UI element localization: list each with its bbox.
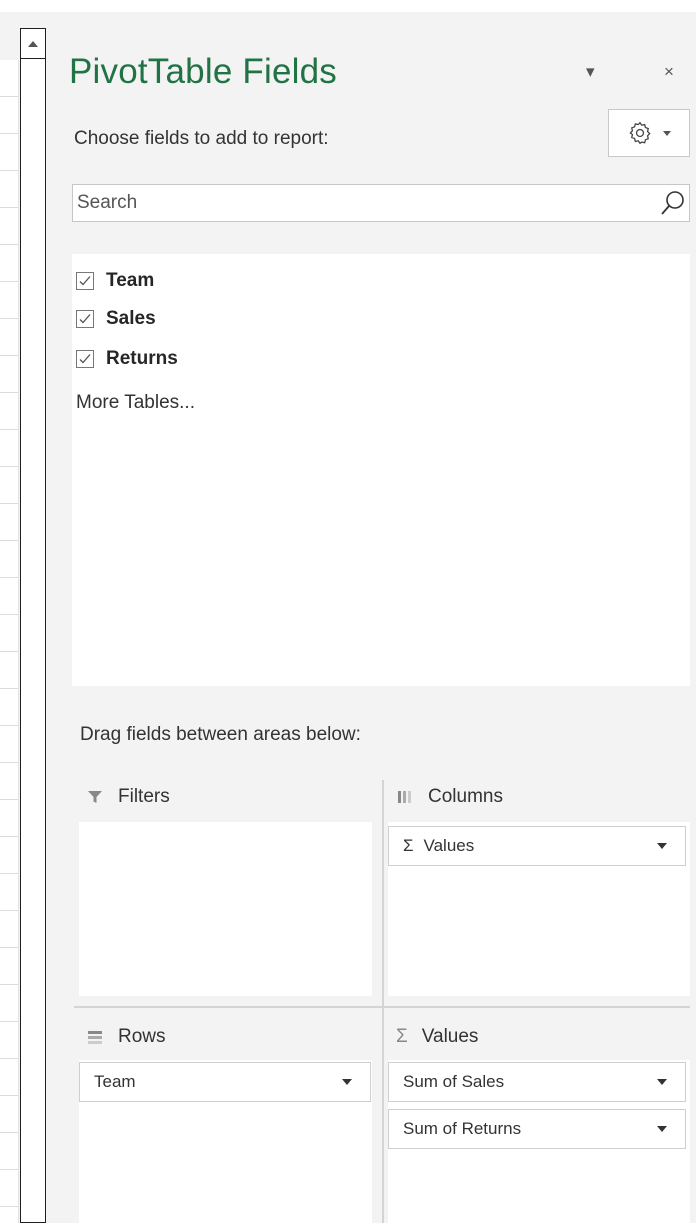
filters-label: Filters	[118, 786, 170, 807]
pivottable-fields-pane: PivotTable Fields ▾ × Choose fields to a…	[54, 12, 696, 1223]
vertical-scrollbar[interactable]	[20, 28, 46, 1223]
field-row-sales[interactable]: Sales	[76, 304, 156, 334]
task-pane-options-button[interactable]: ▾	[586, 62, 595, 82]
gear-icon	[629, 121, 651, 145]
sigma-icon: Σ	[396, 1026, 408, 1047]
chevron-down-icon[interactable]	[342, 1079, 352, 1085]
field-checkbox[interactable]	[76, 310, 94, 328]
field-checkbox[interactable]	[76, 272, 94, 290]
chevron-down-icon	[663, 130, 671, 136]
field-label: Team	[106, 270, 155, 291]
chevron-down-icon[interactable]	[657, 1079, 667, 1085]
item-label: Sum of Returns	[403, 1119, 522, 1138]
choose-fields-label: Choose fields to add to report:	[74, 128, 329, 149]
checkmark-icon	[79, 314, 91, 324]
chevron-down-icon[interactable]	[657, 843, 667, 849]
columns-area-header: Columns	[396, 786, 503, 808]
more-tables-link[interactable]: More Tables...	[76, 392, 195, 414]
rows-area-header: Rows	[86, 1026, 166, 1048]
area-divider	[382, 780, 384, 1223]
checkmark-icon	[79, 276, 91, 286]
columns-icon	[398, 791, 411, 803]
field-label: Returns	[106, 348, 178, 369]
scroll-up-arrow-icon	[28, 40, 38, 47]
filters-drop-zone[interactable]	[79, 822, 372, 996]
filters-area-header: Filters	[86, 786, 170, 808]
values-area-header: Σ Values	[396, 1026, 478, 1048]
field-row-returns[interactable]: Returns	[76, 344, 178, 374]
sigma-icon: Σ	[403, 836, 414, 855]
field-list: Team Sales Returns More Tables...	[72, 254, 690, 686]
top-band	[0, 0, 696, 12]
field-row-team[interactable]: Team	[76, 266, 154, 296]
rows-drop-zone[interactable]: Team	[79, 1060, 372, 1223]
values-drop-zone[interactable]: Sum of Sales Sum of Returns	[388, 1060, 690, 1223]
close-pane-button[interactable]: ×	[664, 62, 674, 82]
search-icon[interactable]	[659, 189, 687, 217]
pane-title: PivotTable Fields	[69, 52, 337, 91]
values-item-sum-of-returns[interactable]: Sum of Returns	[388, 1109, 686, 1149]
scroll-up-button[interactable]	[21, 29, 45, 59]
columns-item-values[interactable]: Σ Values	[388, 826, 686, 866]
tools-button[interactable]	[608, 109, 690, 157]
values-label: Values	[421, 1026, 479, 1047]
values-item-sum-of-sales[interactable]: Sum of Sales	[388, 1062, 686, 1102]
columns-drop-zone[interactable]: Σ Values	[388, 822, 690, 996]
chevron-down-icon[interactable]	[657, 1126, 667, 1132]
field-search-box[interactable]	[72, 184, 690, 222]
rows-item-team[interactable]: Team	[79, 1062, 371, 1102]
checkmark-icon	[79, 354, 91, 364]
columns-label: Columns	[428, 786, 503, 807]
field-label: Sales	[106, 308, 156, 329]
search-input[interactable]	[73, 185, 637, 221]
field-checkbox[interactable]	[76, 350, 94, 368]
rows-label: Rows	[118, 1026, 166, 1047]
filter-icon	[88, 791, 102, 803]
excel-window: PivotTable Fields ▾ × Choose fields to a…	[0, 0, 696, 1223]
item-label: Sum of Sales	[403, 1072, 505, 1091]
item-label: Team	[94, 1072, 136, 1091]
worksheet-grid-edge	[0, 60, 19, 1223]
item-label: Values	[423, 836, 475, 855]
rows-icon	[88, 1031, 102, 1044]
area-divider	[74, 1006, 690, 1008]
drag-fields-label: Drag fields between areas below:	[80, 724, 361, 745]
